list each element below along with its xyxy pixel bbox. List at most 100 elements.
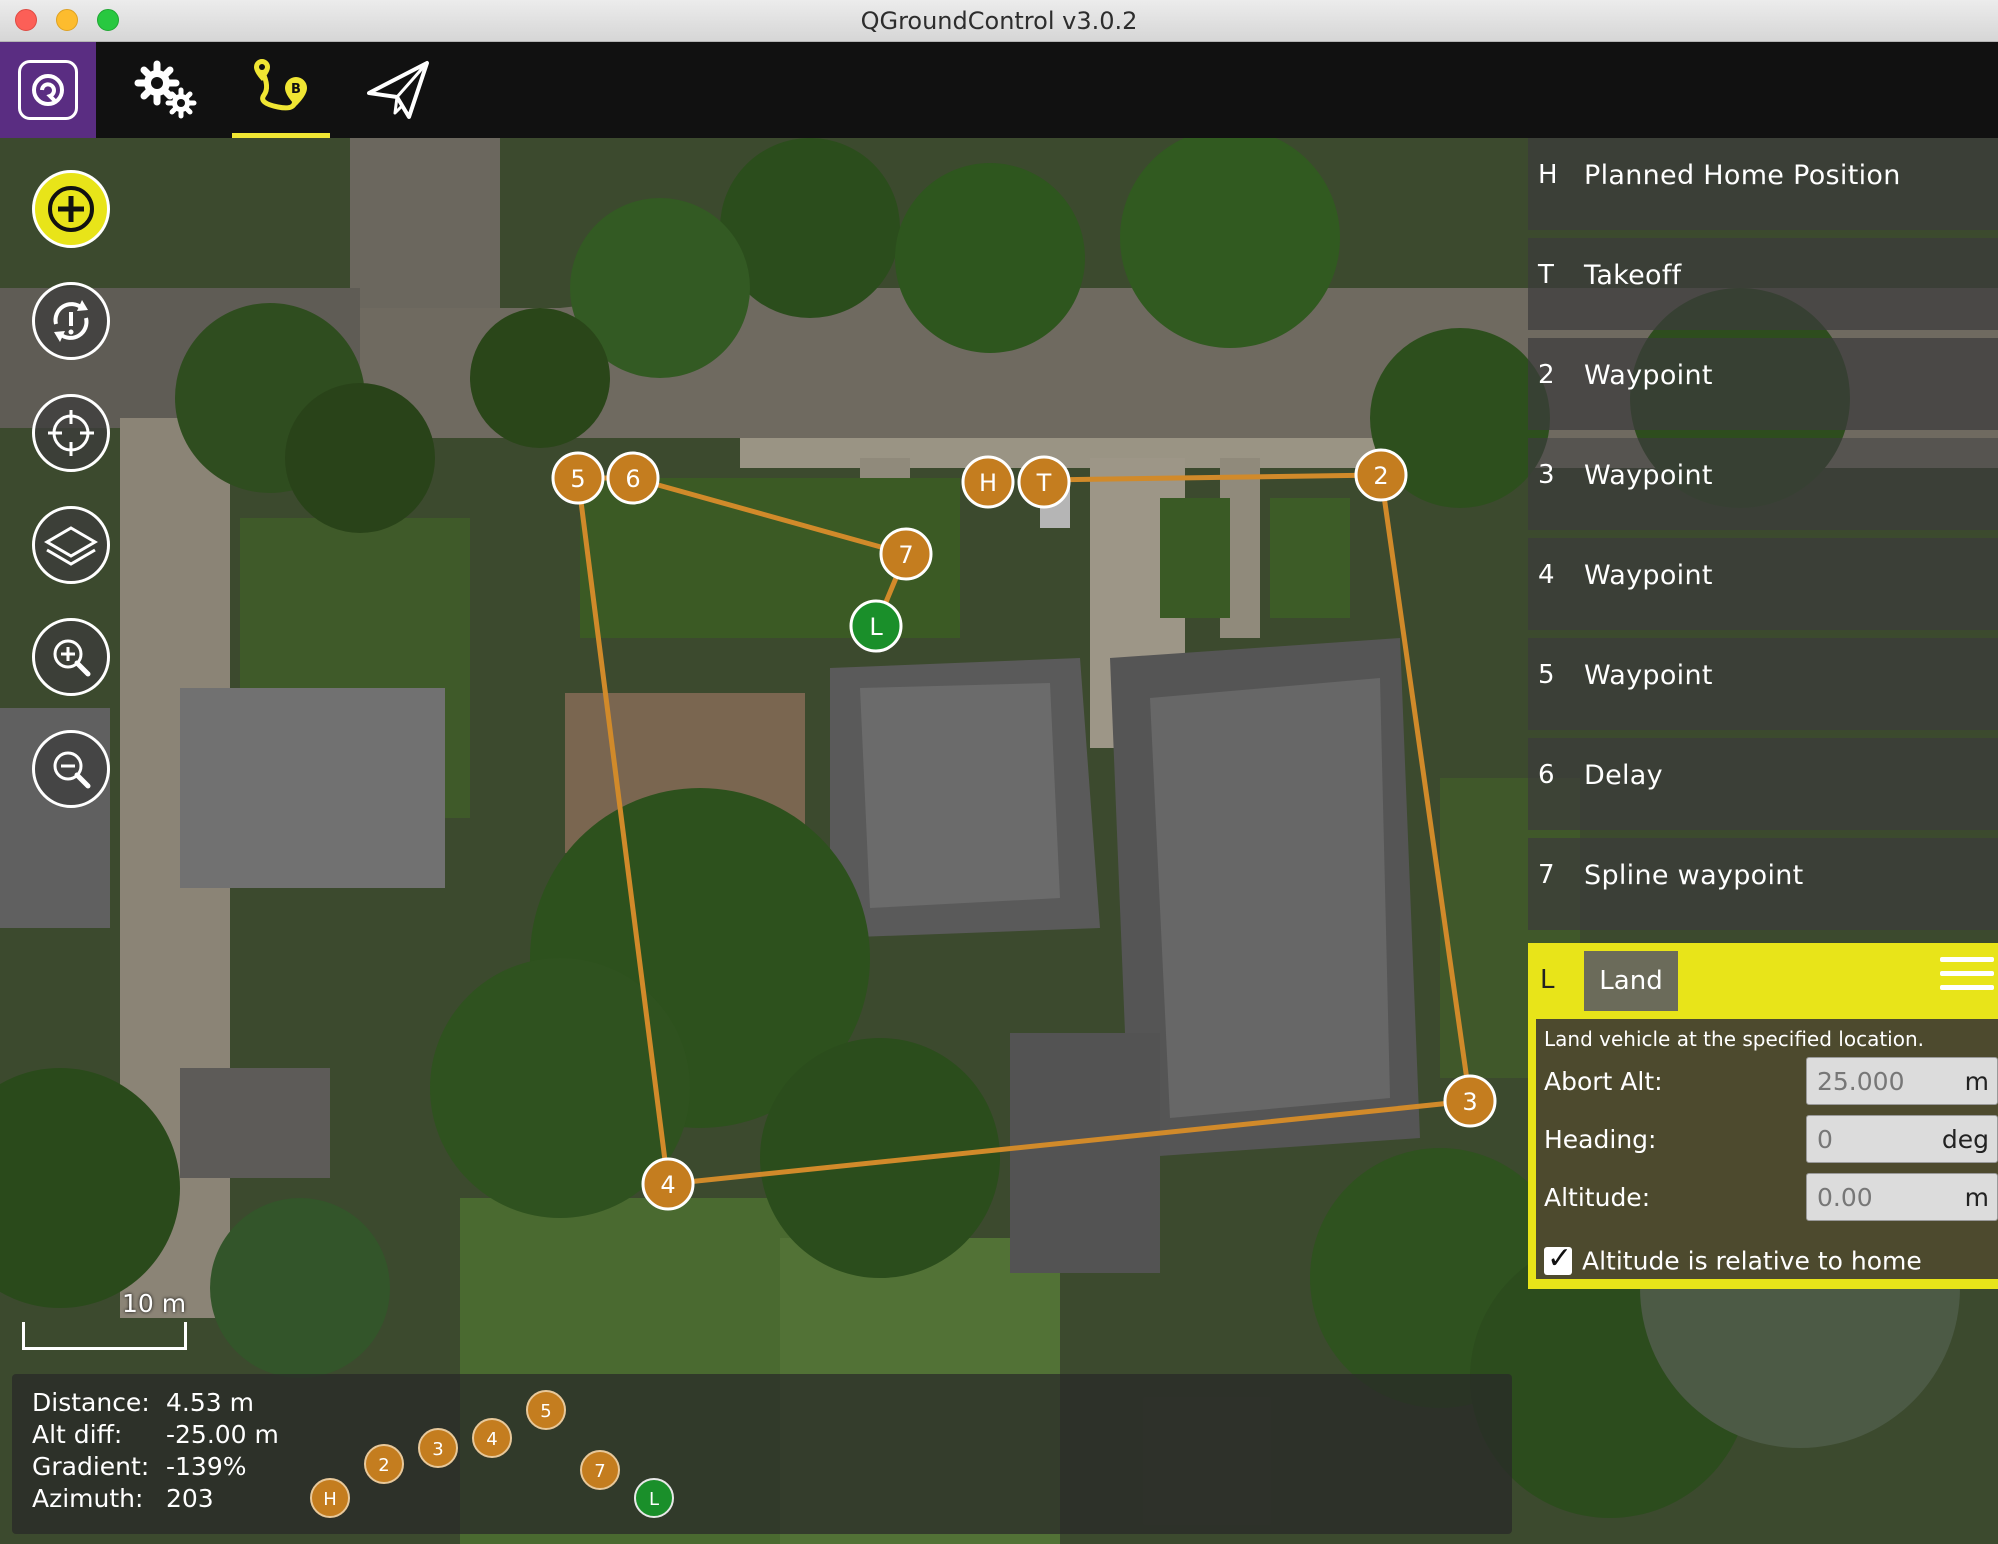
altitude-label: Altitude: — [1544, 1183, 1651, 1212]
mission-item-name: Waypoint — [1584, 360, 1713, 391]
takeoff-marker[interactable]: T — [1017, 455, 1071, 509]
profile-marker-label: H — [323, 1489, 337, 1510]
window-title: QGroundControl v3.0.2 — [860, 7, 1138, 35]
waypoint-marker-7[interactable]: 7 — [879, 527, 933, 581]
sync-button[interactable] — [32, 282, 110, 360]
mission-item-land-editor: L Land Land vehicle at the specified loc… — [1528, 943, 1998, 1289]
mission-item-seq: H — [1538, 160, 1558, 190]
takeoff-marker-label: T — [1036, 469, 1052, 497]
map-scale-label: 10 m — [122, 1289, 187, 1318]
mission-item-3[interactable]: 3 Waypoint — [1528, 438, 1998, 530]
svg-text:B: B — [291, 82, 301, 97]
zoom-in-icon — [53, 639, 91, 677]
altitude-unit: m — [1964, 1183, 1989, 1212]
waypoint-marker-7-label: 7 — [898, 541, 913, 569]
mission-item-name: Delay — [1584, 760, 1663, 791]
waypoint-marker-2[interactable]: 2 — [1354, 448, 1408, 502]
mission-item-5[interactable]: 5 Waypoint — [1528, 638, 1998, 730]
add-waypoint-button[interactable] — [32, 170, 110, 248]
abort-alt-row: Abort Alt: 25.000 m — [1544, 1057, 1998, 1105]
zoom-out-icon — [53, 751, 91, 789]
layers-icon — [44, 526, 98, 566]
land-marker[interactable]: L — [849, 599, 903, 653]
mission-item-takeoff[interactable]: T Takeoff — [1528, 238, 1998, 330]
center-map-button[interactable] — [32, 394, 110, 472]
zoom-in-button[interactable] — [32, 618, 110, 696]
profile-marker-3[interactable]: 3 — [418, 1428, 458, 1468]
profile-marker-home[interactable]: H — [310, 1478, 350, 1518]
altitude-field[interactable]: 0.00 m — [1806, 1173, 1998, 1221]
profile-marker-label: 5 — [540, 1401, 551, 1422]
gear-icon — [134, 60, 197, 119]
profile-marker-5[interactable]: 5 — [526, 1390, 566, 1430]
land-marker-label: L — [869, 613, 883, 641]
map-layers-button[interactable] — [32, 506, 110, 584]
waypoint-marker-2-label: 2 — [1373, 462, 1388, 490]
mission-item-6[interactable]: 6 Delay — [1528, 738, 1998, 830]
abort-alt-label: Abort Alt: — [1544, 1067, 1663, 1096]
waypoint-marker-5-label: 5 — [570, 465, 585, 493]
mission-item-name: Takeoff — [1584, 260, 1682, 291]
mission-status-panel: Distance: 4.53 m Alt diff: -25.00 m Gradie… — [12, 1374, 1512, 1534]
checkbox-checked-icon — [1544, 1241, 1572, 1276]
mission-item-seq: 2 — [1538, 360, 1555, 390]
fly-paper-plane-icon — [367, 61, 429, 119]
fly-view-button[interactable] — [352, 42, 444, 138]
main-toolbar: B — [0, 42, 1998, 138]
abort-alt-field[interactable]: 25.000 m — [1806, 1057, 1998, 1105]
waypoint-marker-4[interactable]: 4 — [641, 1157, 695, 1211]
mission-item-name: Planned Home Position — [1584, 160, 1901, 191]
altitude-profile: H 2 3 4 5 7 L — [310, 1390, 674, 1518]
window-title-bar: QGroundControl v3.0.2 — [0, 0, 1998, 42]
sync-icon — [53, 300, 89, 342]
mission-item-seq: 7 — [1538, 860, 1555, 890]
waypoint-marker-3[interactable]: 3 — [1443, 1074, 1497, 1128]
mission-item-name: Waypoint — [1584, 660, 1713, 691]
mission-item-2[interactable]: 2 Waypoint — [1528, 338, 1998, 430]
qgc-logo-button[interactable] — [0, 42, 96, 138]
profile-marker-label: 4 — [486, 1429, 497, 1450]
heading-field[interactable]: 0 deg — [1806, 1115, 1998, 1163]
land-description: Land vehicle at the specified location. — [1544, 1027, 1924, 1051]
profile-marker-label: 7 — [594, 1461, 605, 1482]
add-waypoint-icon — [48, 186, 94, 232]
heading-row: Heading: 0 deg — [1544, 1115, 1998, 1163]
land-item-seq: L — [1540, 965, 1555, 995]
mission-item-list: H Planned Home Position T Takeoff 2 Wayp… — [1528, 138, 1998, 938]
home-marker[interactable]: H — [961, 455, 1015, 509]
altitude-row: Altitude: 0.00 m — [1544, 1173, 1998, 1221]
plan-route-icon: B — [254, 59, 307, 111]
altitude-value: 0.00 — [1817, 1183, 1873, 1212]
mission-item-home[interactable]: H Planned Home Position — [1528, 138, 1998, 230]
mission-item-name: Waypoint — [1584, 560, 1713, 591]
waypoint-marker-3-label: 3 — [1462, 1088, 1477, 1116]
mission-item-seq: 6 — [1538, 760, 1555, 790]
profile-marker-7[interactable]: 7 — [580, 1450, 620, 1490]
mission-item-name: Waypoint — [1584, 460, 1713, 491]
plan-view-button[interactable]: B — [232, 42, 330, 138]
altitude-relative-checkbox[interactable]: Altitude is relative to home — [1544, 1241, 1922, 1276]
zoom-out-button[interactable] — [32, 730, 110, 808]
mission-item-seq: 3 — [1538, 460, 1555, 490]
profile-marker-label: 2 — [378, 1455, 389, 1476]
altitude-relative-label: Altitude is relative to home — [1582, 1246, 1922, 1276]
command-select-button[interactable]: Land — [1584, 951, 1678, 1011]
waypoint-marker-6[interactable]: 6 — [606, 451, 660, 505]
waypoint-marker-4-label: 4 — [660, 1171, 675, 1199]
mission-item-name: Spline waypoint — [1584, 860, 1804, 891]
mission-item-seq: 4 — [1538, 560, 1555, 590]
waypoint-marker-5[interactable]: 5 — [551, 451, 605, 505]
home-marker-label: H — [979, 469, 997, 497]
heading-label: Heading: — [1544, 1125, 1657, 1154]
profile-marker-4[interactable]: 4 — [472, 1418, 512, 1458]
mission-item-7[interactable]: 7 Spline waypoint — [1528, 838, 1998, 930]
center-target-icon — [48, 410, 94, 456]
waypoint-marker-6-label: 6 — [625, 465, 640, 493]
profile-marker-2[interactable]: 2 — [364, 1444, 404, 1484]
mission-item-seq: T — [1538, 260, 1554, 290]
hamburger-menu-icon[interactable] — [1940, 957, 1994, 999]
mission-item-4[interactable]: 4 Waypoint — [1528, 538, 1998, 630]
profile-marker-land[interactable]: L — [634, 1478, 674, 1518]
setup-view-button[interactable] — [120, 42, 212, 138]
heading-value: 0 — [1817, 1125, 1833, 1154]
